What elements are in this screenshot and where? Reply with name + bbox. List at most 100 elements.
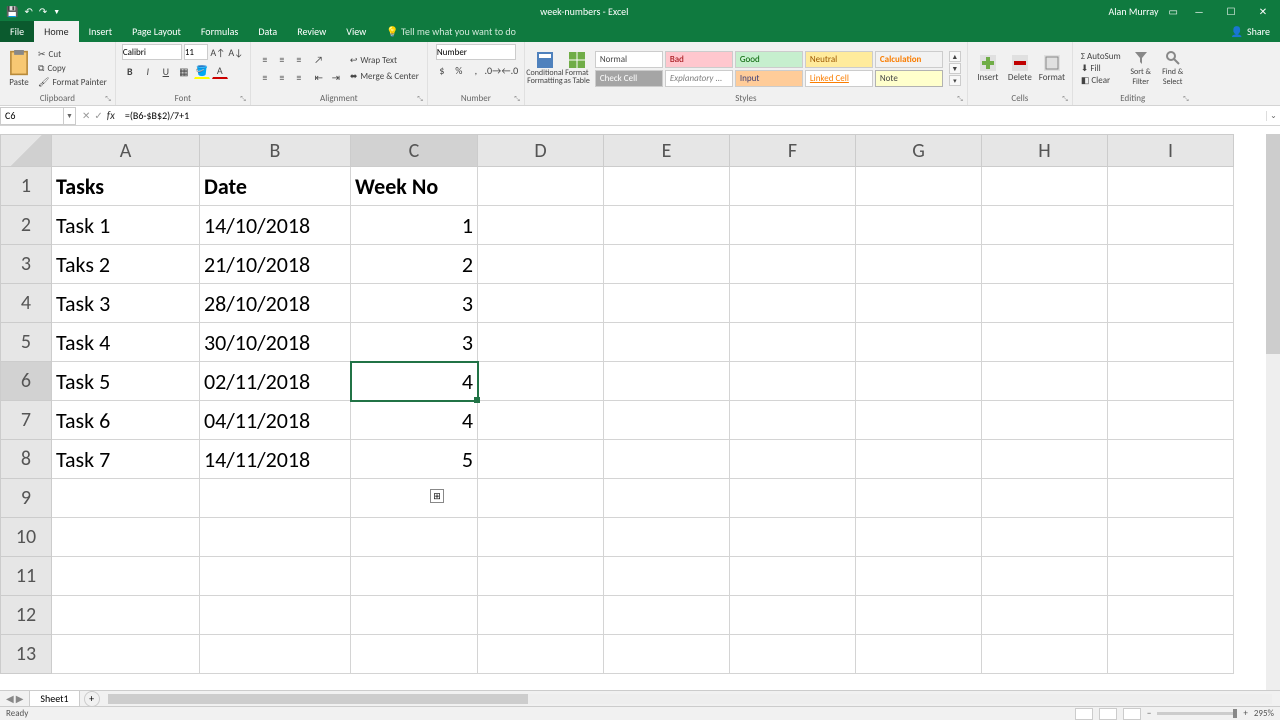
cell-B7[interactable]: 04/11/2018 <box>200 401 351 440</box>
cell-A10[interactable] <box>52 518 200 557</box>
col-header-D[interactable]: D <box>478 134 604 167</box>
cell-I5[interactable] <box>1108 323 1234 362</box>
cell-E11[interactable] <box>604 557 730 596</box>
sheet-nav-prev-icon[interactable]: ◀ <box>6 692 14 705</box>
cell-H3[interactable] <box>982 245 1108 284</box>
cell-I13[interactable] <box>1108 635 1234 674</box>
cell-I3[interactable] <box>1108 245 1234 284</box>
cell-A2[interactable]: Task 1 <box>52 206 200 245</box>
col-header-H[interactable]: H <box>982 134 1108 167</box>
cell-H11[interactable] <box>982 557 1108 596</box>
italic-button[interactable]: I <box>140 63 156 79</box>
cell-D7[interactable] <box>478 401 604 440</box>
row-header-10[interactable]: 10 <box>0 518 52 557</box>
cell-F12[interactable] <box>730 596 856 635</box>
undo-icon[interactable]: ↶ <box>24 5 32 18</box>
align-right-button[interactable]: ≡ <box>291 70 307 86</box>
cells[interactable]: TasksDateWeek NoTask 114/10/20181Taks 22… <box>52 167 1266 690</box>
cell-D9[interactable] <box>478 479 604 518</box>
cell-G13[interactable] <box>856 635 982 674</box>
autofill-options-icon[interactable]: ⊞ <box>430 489 444 503</box>
cut-button[interactable]: ✂Cut <box>36 48 109 61</box>
cell-F2[interactable] <box>730 206 856 245</box>
cell-C11[interactable] <box>351 557 478 596</box>
zoom-in-icon[interactable]: + <box>1243 708 1247 719</box>
cell-B2[interactable]: 14/10/2018 <box>200 206 351 245</box>
cell-H8[interactable] <box>982 440 1108 479</box>
wrap-text-button[interactable]: ↩Wrap Text <box>348 54 421 67</box>
merge-center-button[interactable]: ⬌Merge & Center <box>348 70 421 83</box>
cell-H9[interactable] <box>982 479 1108 518</box>
cell-F3[interactable] <box>730 245 856 284</box>
cell-G9[interactable] <box>856 479 982 518</box>
cell-D8[interactable] <box>478 440 604 479</box>
cell-F6[interactable] <box>730 362 856 401</box>
row-header-12[interactable]: 12 <box>0 596 52 635</box>
cell-C6[interactable]: 4 <box>351 362 478 401</box>
style-normal[interactable]: Normal <box>595 51 663 68</box>
tab-file[interactable]: File <box>0 21 34 42</box>
cell-G6[interactable] <box>856 362 982 401</box>
cell-A13[interactable] <box>52 635 200 674</box>
cell-I9[interactable] <box>1108 479 1234 518</box>
cell-I11[interactable] <box>1108 557 1234 596</box>
cell-C8[interactable]: 5 <box>351 440 478 479</box>
cell-A5[interactable]: Task 4 <box>52 323 200 362</box>
col-header-C[interactable]: C <box>351 134 478 167</box>
row-header-7[interactable]: 7 <box>0 401 52 440</box>
expand-formula-bar-icon[interactable]: ⌄ <box>1266 111 1280 121</box>
cell-E1[interactable] <box>604 167 730 206</box>
font-name[interactable] <box>122 44 182 60</box>
sheet-nav-next-icon[interactable]: ▶ <box>16 692 24 705</box>
cell-C3[interactable]: 2 <box>351 245 478 284</box>
cell-D13[interactable] <box>478 635 604 674</box>
share-button[interactable]: 👤 Share <box>1221 21 1280 42</box>
name-box-dropdown-icon[interactable]: ▼ <box>64 107 76 125</box>
percent-button[interactable]: % <box>451 62 467 78</box>
format-as-table-button[interactable]: Format as Table <box>563 52 591 85</box>
name-box[interactable]: C6 <box>0 107 64 125</box>
format-painter-button[interactable]: 🖌Format Painter <box>36 76 109 89</box>
style-check-cell[interactable]: Check Cell <box>595 70 663 87</box>
cell-D10[interactable] <box>478 518 604 557</box>
paste-button[interactable]: Paste <box>6 50 32 88</box>
cell-I6[interactable] <box>1108 362 1234 401</box>
cell-H2[interactable] <box>982 206 1108 245</box>
style-neutral[interactable]: Neutral <box>805 51 873 68</box>
insert-cells-button[interactable]: Insert <box>974 55 1002 83</box>
row-header-3[interactable]: 3 <box>0 245 52 284</box>
cell-D4[interactable] <box>478 284 604 323</box>
shrink-font-button[interactable]: A↓ <box>228 44 244 60</box>
cell-I7[interactable] <box>1108 401 1234 440</box>
cell-styles-gallery[interactable]: Normal Bad Good Neutral Calculation Chec… <box>595 51 943 87</box>
cell-B3[interactable]: 21/10/2018 <box>200 245 351 284</box>
cell-B12[interactable] <box>200 596 351 635</box>
cell-E8[interactable] <box>604 440 730 479</box>
tab-view[interactable]: View <box>336 21 376 42</box>
comma-button[interactable]: , <box>468 62 484 78</box>
cell-D3[interactable] <box>478 245 604 284</box>
cell-H10[interactable] <box>982 518 1108 557</box>
cancel-formula-icon[interactable]: ✕ <box>82 109 90 122</box>
col-header-I[interactable]: I <box>1108 134 1234 167</box>
sheet-tab[interactable]: Sheet1 <box>29 690 79 708</box>
cell-B9[interactable] <box>200 479 351 518</box>
cell-B8[interactable]: 14/11/2018 <box>200 440 351 479</box>
clear-button[interactable]: ◧Clear <box>1079 75 1123 86</box>
col-header-F[interactable]: F <box>730 134 856 167</box>
select-all-corner[interactable] <box>0 134 52 167</box>
cell-D1[interactable] <box>478 167 604 206</box>
page-layout-view-button[interactable] <box>1099 708 1117 720</box>
cell-F4[interactable] <box>730 284 856 323</box>
cell-G12[interactable] <box>856 596 982 635</box>
underline-button[interactable]: U <box>158 63 174 79</box>
tellme[interactable]: 💡 Tell me what you want to do <box>376 21 526 42</box>
cell-A12[interactable] <box>52 596 200 635</box>
cell-G2[interactable] <box>856 206 982 245</box>
cell-A7[interactable]: Task 6 <box>52 401 200 440</box>
row-header-8[interactable]: 8 <box>0 440 52 479</box>
style-linked-cell[interactable]: Linked Cell <box>805 70 873 87</box>
cell-H12[interactable] <box>982 596 1108 635</box>
formula-bar[interactable]: =(B6-$B$2)/7+1 <box>121 109 1266 122</box>
cell-A6[interactable]: Task 5 <box>52 362 200 401</box>
